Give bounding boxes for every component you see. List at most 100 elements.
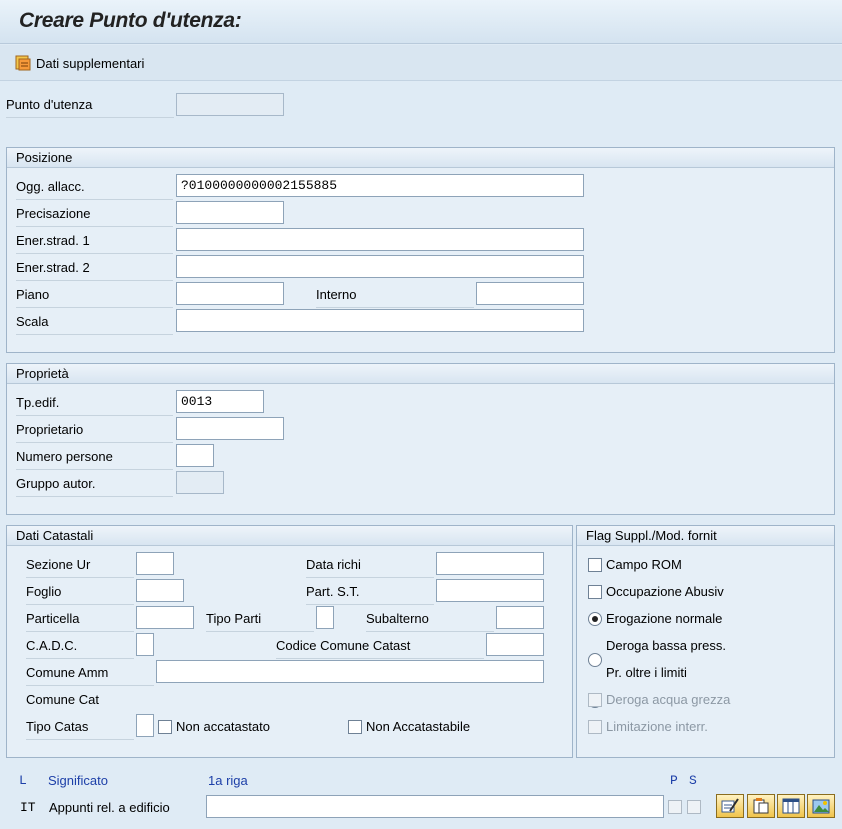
codice-comune-catast-label: Codice Comune Catast bbox=[276, 637, 484, 659]
proprieta-header: Proprietà bbox=[7, 364, 834, 384]
sezione-ur-label: Sezione Ur bbox=[26, 556, 134, 578]
particella-field[interactable] bbox=[136, 606, 194, 629]
ener-strad-1-label: Ener.strad. 1 bbox=[16, 232, 173, 254]
tipo-catas-field[interactable] bbox=[136, 714, 154, 737]
interno-text: Interno bbox=[316, 287, 357, 302]
new-document-button[interactable] bbox=[747, 794, 775, 818]
piano-text: Piano bbox=[16, 287, 50, 302]
notes-col-significato: Significato bbox=[48, 773, 108, 788]
precisazione-text: Precisazione bbox=[16, 206, 91, 221]
new-doc-icon bbox=[753, 798, 769, 814]
notes-p-checkbox bbox=[668, 800, 682, 814]
ener-strad-2-text: Ener.strad. 2 bbox=[16, 260, 90, 275]
sezione-ur-field[interactable] bbox=[136, 552, 174, 575]
piano-field[interactable] bbox=[176, 282, 284, 305]
subalterno-label: Subalterno bbox=[366, 610, 494, 632]
foglio-text: Foglio bbox=[26, 584, 62, 599]
data-richi-field[interactable] bbox=[436, 552, 544, 575]
cadc-label: C.A.D.C. bbox=[26, 637, 134, 659]
page-title: Creare Punto d'utenza: bbox=[19, 9, 242, 32]
codice-comune-catast-text: Codice Comune Catast bbox=[276, 638, 411, 653]
deroga-acqua-grezza-checkbox bbox=[588, 693, 602, 707]
precisazione-field[interactable] bbox=[176, 201, 284, 224]
notes-col-p: P bbox=[670, 773, 678, 788]
tipo-catas-text: Tipo Catas bbox=[26, 719, 89, 734]
subalterno-field[interactable] bbox=[496, 606, 544, 629]
ener-strad-1-field[interactable] bbox=[176, 228, 584, 251]
scala-text: Scala bbox=[16, 314, 49, 329]
gruppo-autor-label: Gruppo autor. bbox=[16, 475, 173, 497]
pr-oltre-limiti-label: Pr. oltre i limiti bbox=[606, 665, 687, 680]
title-bar: Creare Punto d'utenza: bbox=[0, 0, 842, 44]
tipo-catas-label: Tipo Catas bbox=[26, 718, 134, 740]
tp-edif-text: Tp.edif. bbox=[16, 395, 60, 410]
ener-strad-2-field[interactable] bbox=[176, 255, 584, 278]
picture-icon bbox=[812, 799, 830, 814]
data-richi-label: Data richi bbox=[306, 556, 434, 578]
numero-persone-label: Numero persone bbox=[16, 448, 173, 470]
occupazione-abusiv-checkbox[interactable] bbox=[588, 585, 602, 599]
picture-button[interactable] bbox=[807, 794, 835, 818]
cadc-text: C.A.D.C. bbox=[26, 638, 78, 653]
edit-text-button[interactable] bbox=[716, 794, 744, 818]
non-accatastato-label: Non accatastato bbox=[176, 719, 270, 734]
tipo-parti-text: Tipo Parti bbox=[206, 611, 262, 626]
proprietario-label: Proprietario bbox=[16, 421, 173, 443]
interno-label: Interno bbox=[316, 286, 474, 308]
particella-text: Particella bbox=[26, 611, 80, 626]
foglio-field[interactable] bbox=[136, 579, 184, 602]
piano-label: Piano bbox=[16, 286, 173, 308]
erogazione-normale-radio[interactable] bbox=[588, 612, 602, 626]
dati-supplementari-label: Dati supplementari bbox=[36, 55, 145, 71]
precisazione-label: Precisazione bbox=[16, 205, 173, 227]
non-accatastabile-checkbox[interactable] bbox=[348, 720, 362, 734]
proprietario-field[interactable] bbox=[176, 417, 284, 440]
posizione-header: Posizione bbox=[7, 148, 834, 168]
ogg-allacc-field[interactable]: ?0100000000002155885 bbox=[176, 174, 584, 197]
notes-row-lang: IT bbox=[20, 800, 36, 815]
additional-data-icon bbox=[15, 55, 31, 71]
comune-amm-field[interactable] bbox=[156, 660, 544, 683]
notes-col-riga: 1a riga bbox=[208, 773, 248, 788]
foglio-label: Foglio bbox=[26, 583, 134, 605]
notes-s-checkbox bbox=[687, 800, 701, 814]
cadc-field[interactable] bbox=[136, 633, 154, 656]
comune-amm-text: Comune Amm bbox=[26, 665, 109, 680]
data-richi-text: Data richi bbox=[306, 557, 361, 572]
dati-supplementari-button[interactable]: Dati supplementari bbox=[14, 52, 144, 74]
part-st-field[interactable] bbox=[436, 579, 544, 602]
application-toolbar: Dati supplementari bbox=[0, 45, 842, 81]
non-accatastabile-label: Non Accatastabile bbox=[366, 719, 471, 734]
edit-text-icon bbox=[721, 798, 739, 813]
punto-utenza-text: Punto d'utenza bbox=[6, 97, 93, 112]
ogg-allacc-text: Ogg. allacc. bbox=[16, 179, 85, 194]
scala-field[interactable] bbox=[176, 309, 584, 332]
gruppo-autor-text: Gruppo autor. bbox=[16, 476, 96, 491]
sezione-ur-text: Sezione Ur bbox=[26, 557, 91, 572]
numero-persone-field[interactable] bbox=[176, 444, 214, 467]
gruppo-autor-field bbox=[176, 471, 224, 494]
deroga-bassa-press-radio[interactable] bbox=[588, 653, 602, 667]
punto-utenza-label: Punto d'utenza bbox=[6, 96, 174, 118]
proprietario-text: Proprietario bbox=[16, 422, 84, 437]
interno-field[interactable] bbox=[476, 282, 584, 305]
numero-persone-text: Numero persone bbox=[16, 449, 113, 464]
limitazione-interr-checkbox bbox=[588, 720, 602, 734]
flag-suppl-header: Flag Suppl./Mod. fornit bbox=[577, 526, 834, 546]
comune-cat-text: Comune Cat bbox=[26, 692, 99, 707]
codice-comune-catast-field[interactable] bbox=[486, 633, 544, 656]
occupazione-abusiv-label: Occupazione Abusiv bbox=[606, 584, 724, 599]
tp-edif-label: Tp.edif. bbox=[16, 394, 173, 416]
notes-col-s: S bbox=[689, 773, 697, 788]
subalterno-text: Subalterno bbox=[366, 611, 429, 626]
notes-first-line-field[interactable] bbox=[206, 795, 664, 818]
campo-rom-label: Campo ROM bbox=[606, 557, 682, 572]
tp-edif-field[interactable]: 0013 bbox=[176, 390, 264, 413]
dati-catastali-header: Dati Catastali bbox=[7, 526, 572, 546]
notes-row-label: Appunti rel. a edificio bbox=[49, 800, 170, 815]
particella-label: Particella bbox=[26, 610, 134, 632]
tipo-parti-field[interactable] bbox=[316, 606, 334, 629]
campo-rom-checkbox[interactable] bbox=[588, 558, 602, 572]
non-accatastato-checkbox[interactable] bbox=[158, 720, 172, 734]
table-view-button[interactable] bbox=[777, 794, 805, 818]
